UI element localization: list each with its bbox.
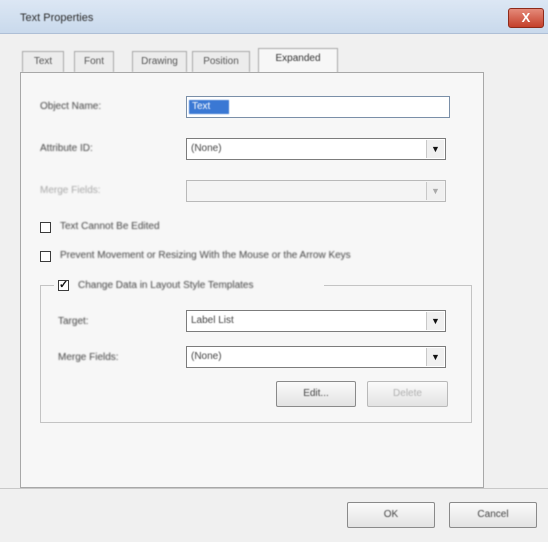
cancel-button[interactable]: Cancel (449, 502, 537, 528)
close-icon: X (521, 10, 531, 25)
target-label: Target: (58, 316, 89, 327)
merge-fields-label: Merge Fields: (40, 185, 101, 196)
tab-drawing[interactable]: Drawing (132, 51, 187, 72)
close-button[interactable]: X (508, 8, 544, 28)
ok-button-label: OK (383, 509, 399, 520)
tab-expanded[interactable]: Expanded (258, 48, 338, 73)
delete-button[interactable]: Delete (367, 381, 448, 407)
merge-fields-dropdown[interactable]: ▼ (186, 180, 446, 202)
group-merge-fields-value: (None) (191, 351, 222, 362)
target-value: Label List (191, 315, 234, 326)
attribute-id-dropdown[interactable]: (None) ▼ (186, 138, 446, 160)
delete-button-label: Delete (393, 388, 422, 399)
group-merge-fields-dropdown[interactable]: (None) ▼ (186, 346, 446, 368)
edit-button[interactable]: Edit... (276, 381, 356, 407)
attribute-id-value: (None) (191, 143, 222, 154)
title-bar[interactable]: Text Properties X (0, 0, 548, 34)
object-name-value: Text (189, 100, 229, 114)
tab-font[interactable]: Font (74, 51, 114, 72)
attribute-id-label: Attribute ID: (40, 143, 93, 154)
chevron-down-icon: ▼ (426, 182, 444, 200)
tab-position[interactable]: Position (192, 51, 250, 72)
target-dropdown[interactable]: Label List ▼ (186, 310, 446, 332)
chevron-down-icon: ▼ (426, 140, 444, 158)
prevent-movement-checkbox[interactable] (40, 251, 51, 262)
cancel-button-label: Cancel (477, 509, 509, 520)
text-properties-dialog: Text Properties X Text Font Drawing Posi… (0, 0, 548, 542)
change-data-label: Change Data in Layout Style Templates (78, 280, 254, 291)
change-data-checkbox[interactable]: ✓ (58, 280, 69, 291)
text-cannot-be-edited-checkbox[interactable] (40, 222, 51, 233)
edit-button-label: Edit... (303, 388, 329, 399)
group-merge-fields-label: Merge Fields: (58, 352, 119, 363)
window-title: Text Properties (20, 12, 94, 24)
ok-button[interactable]: OK (347, 502, 435, 528)
text-cannot-be-edited-label: Text Cannot Be Edited (60, 221, 160, 232)
object-name-input[interactable]: Text (186, 96, 450, 118)
prevent-movement-label: Prevent Movement or Resizing With the Mo… (60, 250, 351, 261)
chevron-down-icon: ▼ (426, 348, 444, 366)
tab-text[interactable]: Text (22, 51, 64, 72)
chevron-down-icon: ▼ (426, 312, 444, 330)
object-name-label: Object Name: (40, 101, 102, 112)
